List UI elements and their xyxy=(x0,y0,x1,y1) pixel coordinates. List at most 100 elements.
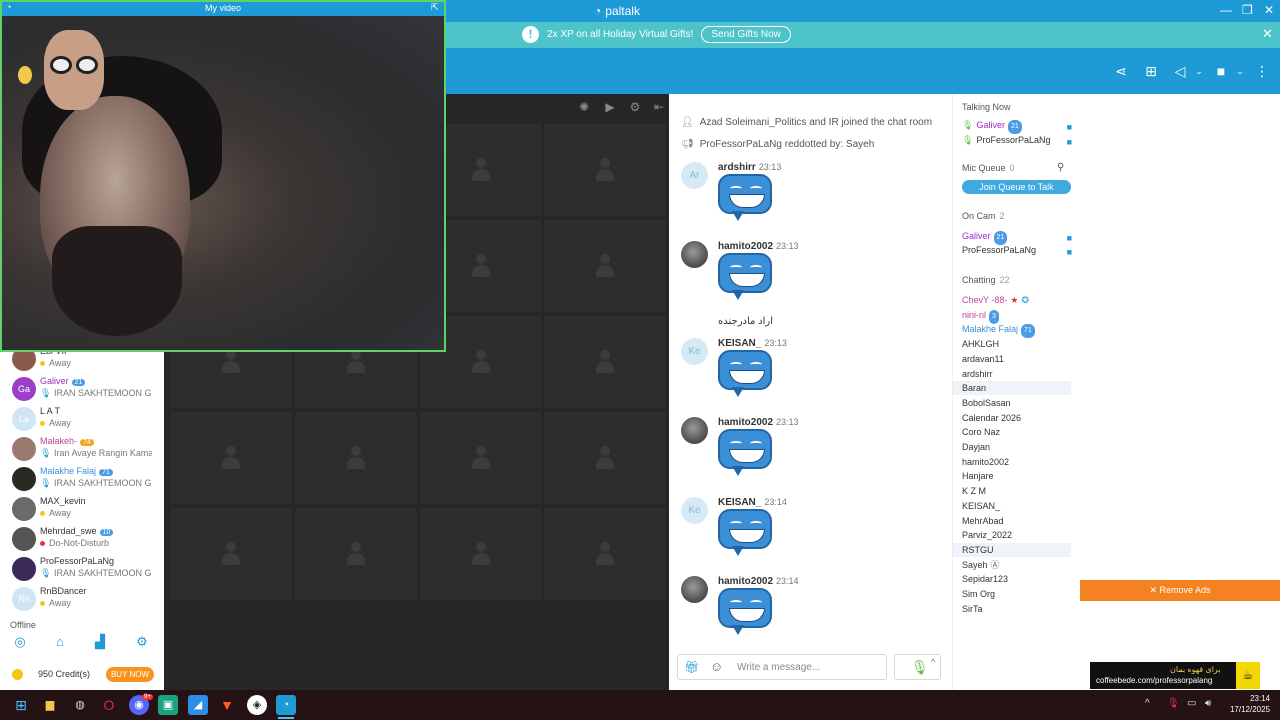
chatting-user[interactable]: Hanjare xyxy=(962,469,1080,483)
search-icon[interactable]: ⚲ xyxy=(1057,162,1064,173)
chatting-user[interactable]: ChevY -88- ★ ✪ xyxy=(962,293,1080,307)
camera-toggle-icon[interactable]: ▶ xyxy=(602,100,618,114)
discover-icon[interactable]: ◎ xyxy=(12,634,28,650)
home-icon[interactable]: ⌂ xyxy=(52,634,68,650)
message-author[interactable]: hamito2002 23:14 xyxy=(718,576,799,587)
chatting-user[interactable]: AHKLGH xyxy=(962,337,1080,351)
brave-icon[interactable]: ▼ xyxy=(217,695,237,715)
chatting-user[interactable]: Sayeh Ⓐ xyxy=(962,558,1080,572)
opera-icon[interactable]: O xyxy=(99,695,119,715)
message-author[interactable]: hamito2002 23:13 xyxy=(718,241,799,252)
on-cam-user[interactable]: Galiver 21 ■ xyxy=(962,229,1080,245)
rankings-icon[interactable]: ▟ xyxy=(92,634,108,650)
chatting-user[interactable]: Malakhe Falaj 71 xyxy=(962,322,1080,339)
popout-icon[interactable]: ⇱ xyxy=(431,2,439,13)
message-author[interactable]: KEISAN_ 23:14 xyxy=(718,497,787,508)
file-explorer-icon[interactable]: ▆ xyxy=(40,695,60,715)
video-slot[interactable] xyxy=(295,508,417,600)
more-menu-icon[interactable]: ⋮ xyxy=(1252,61,1272,81)
remote-desktop-icon[interactable]: ◢ xyxy=(188,695,208,715)
avatar[interactable] xyxy=(681,417,708,444)
camera-icon[interactable]: ■ xyxy=(1067,135,1072,149)
talking-user[interactable]: 🎙︎ Galiver 21 ■ xyxy=(962,118,1080,134)
minimize-icon[interactable]: — xyxy=(1220,3,1232,17)
system-clock[interactable]: 23:14 17/12/2025 xyxy=(1230,693,1270,715)
buy-now-button[interactable]: BUY NOW xyxy=(106,667,154,682)
remove-ads-button[interactable]: ✕ Remove Ads xyxy=(1080,580,1280,601)
chatting-user[interactable]: ardshirr xyxy=(962,367,1080,381)
chatting-user[interactable]: Coro Naz xyxy=(962,425,1080,439)
contact-item[interactable]: Ga Galiver21 🎙︎ IRAN SAKHTEMOON GHE... xyxy=(0,374,164,404)
camera-icon[interactable]: ■ xyxy=(1067,120,1072,134)
speaker-icon[interactable]: 🔊︎ xyxy=(1205,698,1211,709)
collapse-icon[interactable]: ⇤ xyxy=(651,100,667,114)
ad-banner[interactable]: برای قهوه بمان coffeebede.com/professorp… xyxy=(1090,662,1260,689)
contact-item[interactable]: Rn RnBDancer Away xyxy=(0,584,164,614)
chatting-user[interactable]: ardavan11 xyxy=(962,352,1080,366)
chatting-user[interactable]: RSTGU xyxy=(953,542,1071,557)
video-slot[interactable] xyxy=(170,412,292,504)
network-icon[interactable]: ▭ xyxy=(1187,698,1196,709)
contact-item[interactable]: MAX_kevin Away xyxy=(0,494,164,524)
emoji-icon[interactable]: ☺ xyxy=(710,659,723,674)
camera-icon[interactable]: ■ xyxy=(1067,245,1072,259)
chatting-user[interactable]: hamito2002 xyxy=(962,455,1080,469)
share-icon[interactable]: ⋖ xyxy=(1111,61,1131,81)
talking-user[interactable]: 🎙︎ ProFessorPaLaNg ■ xyxy=(962,133,1080,147)
video-slot[interactable] xyxy=(544,316,666,408)
paltalk-taskbar-icon[interactable]: ◔ xyxy=(276,695,296,715)
chatting-user[interactable]: BobolSasan xyxy=(962,396,1080,410)
chatting-user[interactable]: nini-nl 3 xyxy=(962,308,1080,324)
mic-button[interactable]: 🎙︎ ^ xyxy=(894,654,941,680)
contact-item[interactable]: La L A T Away xyxy=(0,404,164,434)
message-author[interactable]: KEISAN_ 23:13 xyxy=(718,338,787,349)
video-slot[interactable] xyxy=(295,412,417,504)
chatting-user[interactable]: Sepidar123 xyxy=(962,572,1080,586)
video-slot[interactable] xyxy=(544,412,666,504)
avatar[interactable]: Ke xyxy=(681,338,708,365)
camera-dropdown-icon[interactable]: ⌄ xyxy=(1230,61,1250,81)
message-author[interactable]: hamito2002 23:13 xyxy=(718,417,799,428)
chatting-user[interactable]: Baran xyxy=(953,381,1071,396)
volume-dropdown-icon[interactable]: ⌄ xyxy=(1189,61,1209,81)
video-slot[interactable] xyxy=(420,508,542,600)
video-settings-icon[interactable]: ⚙ xyxy=(627,100,643,114)
chatting-user[interactable]: Sim Org xyxy=(962,587,1080,601)
close-promo-icon[interactable]: ✕ xyxy=(1262,26,1273,42)
chatting-user[interactable]: K Z M xyxy=(962,484,1080,498)
video-slot[interactable] xyxy=(170,508,292,600)
video-slot[interactable] xyxy=(544,220,666,312)
messaging-app-icon[interactable]: ▣ xyxy=(158,695,178,715)
contact-item[interactable]: Mehrdad_swe 10 Do-Not-Disturb xyxy=(0,524,164,554)
join-queue-button[interactable]: Join Queue to Talk xyxy=(962,180,1071,194)
video-slot[interactable] xyxy=(544,124,666,216)
contact-item[interactable]: Malakhe Falaj71 🎙︎ IRAN SAKHTEMOON GHE... xyxy=(0,464,164,494)
start-icon[interactable]: ⊞ xyxy=(11,695,31,715)
contact-item[interactable]: ProFessorPaLaNg 🎙︎ IRAN SAKHTEMOON GHE... xyxy=(0,554,164,584)
my-video-window[interactable]: My video ◔ ⇱ xyxy=(0,0,446,352)
message-author[interactable]: ardshirr 23:13 xyxy=(718,162,781,173)
message-input[interactable]: Write a message... xyxy=(737,662,820,673)
mic-in-use-icon[interactable]: 🎙︎ xyxy=(1167,698,1180,709)
settings-icon[interactable]: ⚙ xyxy=(134,634,150,650)
avatar[interactable] xyxy=(681,241,708,268)
avatar[interactable] xyxy=(681,576,708,603)
chatting-user[interactable]: SirTa xyxy=(962,602,1080,616)
camera-icon[interactable]: ■ xyxy=(1211,61,1231,81)
video-slot[interactable] xyxy=(544,508,666,600)
tray-expand-icon[interactable]: ^ xyxy=(1145,698,1150,709)
mic-chevron-icon[interactable]: ^ xyxy=(931,657,935,667)
avatar[interactable]: Ke xyxy=(681,497,708,524)
chatting-user[interactable]: Dayjan xyxy=(962,440,1080,454)
chatting-user[interactable]: KEISAN_ xyxy=(962,499,1080,513)
gift-icon[interactable]: 🎁︎ xyxy=(684,660,699,674)
send-gifts-button[interactable]: Send Gifts Now xyxy=(701,26,791,43)
chatting-user[interactable]: MehrAbad xyxy=(962,514,1080,528)
volume-icon[interactable]: ◁ xyxy=(1170,61,1190,81)
steam-icon[interactable]: ◍ xyxy=(70,695,90,715)
gift-icon[interactable]: ⊞ xyxy=(1141,61,1161,81)
close-icon[interactable]: ✕ xyxy=(1264,3,1274,17)
browser-icon[interactable]: ◈ xyxy=(247,695,267,715)
chatting-user[interactable]: Parviz_2022 xyxy=(962,528,1080,542)
video-slot[interactable] xyxy=(420,412,542,504)
